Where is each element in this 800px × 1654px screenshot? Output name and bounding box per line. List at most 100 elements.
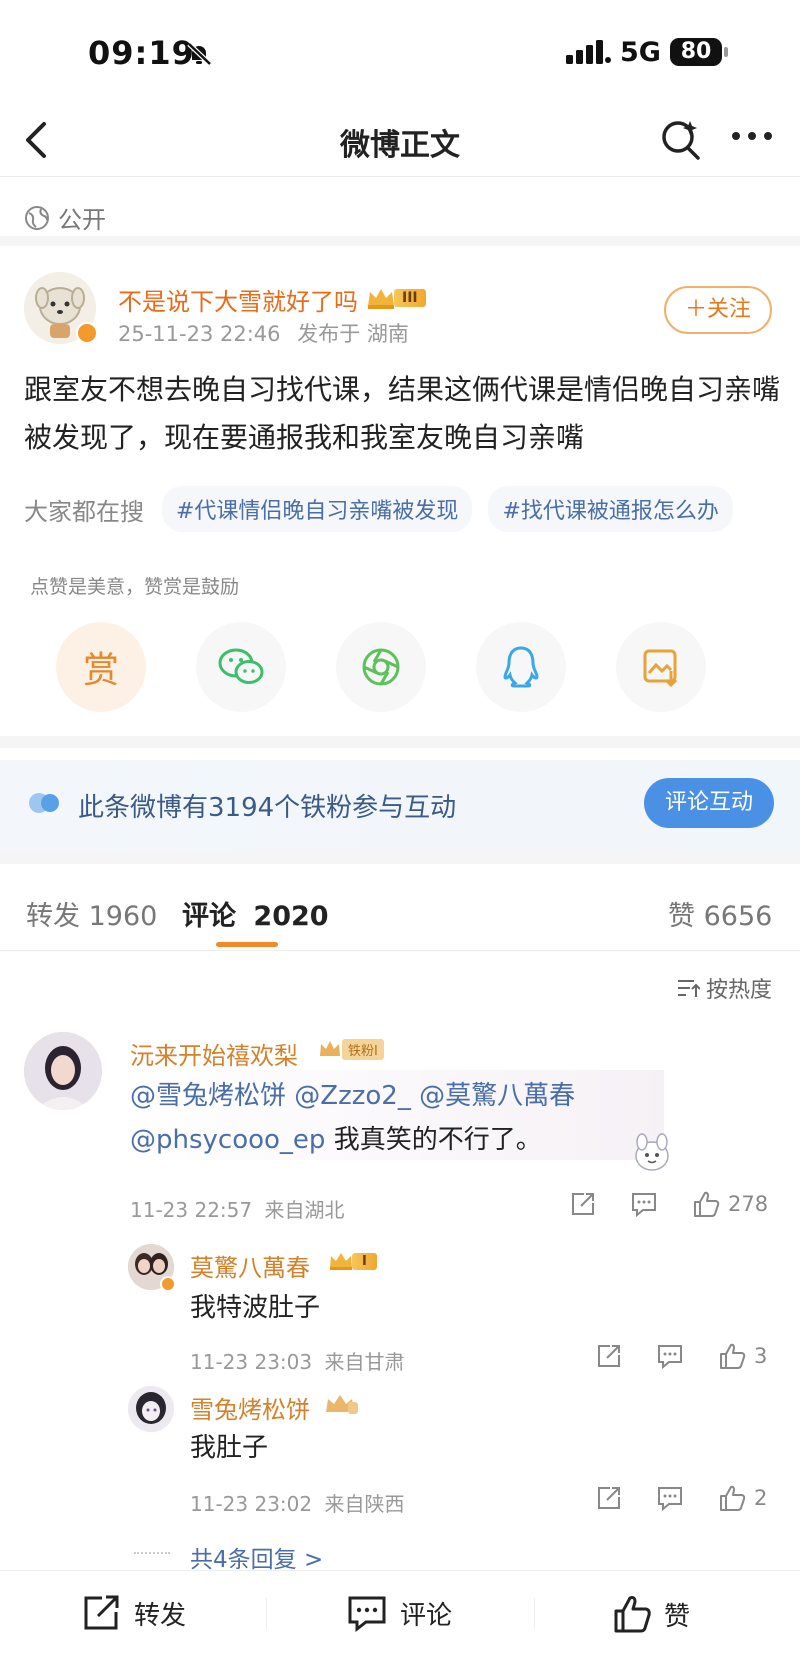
like-count: 278 [728,1192,769,1216]
search-chip[interactable]: #找代课被通报怎么办 [488,486,733,532]
reply-name[interactable]: 莫驚八萬春 [190,1248,310,1283]
reward-tip: 点赞是美意，赞赏是鼓励 [30,576,240,598]
reply-location: 来自甘肃 [324,1350,405,1374]
reply-text: 我肚子 [190,1433,269,1463]
post-location: 发布于 湖南 [297,322,409,346]
divider [0,176,800,177]
tab-comment-label: 评论 [182,901,236,932]
member-crown-badge: I [328,1250,377,1272]
member-crown-badge: III [366,286,426,310]
like-button[interactable]: 3 [718,1342,767,1370]
author-meta: 25-11-23 22:46 发布于 湖南 [118,318,409,348]
reply-time: 11-23 23:03 [190,1350,313,1374]
repost-icon [82,1594,122,1632]
trending-search-row: 大家都在搜 #代课情侣晚自习亲嘴被发现 #找代课被通报怎么办 [24,486,733,532]
member-level: III [394,289,426,307]
qq-icon [501,645,541,689]
like-button[interactable]: 2 [718,1484,767,1512]
save-image-button[interactable] [616,622,706,712]
follow-button[interactable]: ＋关注 [664,286,772,334]
reply-icon[interactable] [656,1485,684,1511]
sort-button[interactable]: 按热度 [676,972,772,1004]
moments-icon [360,646,402,688]
like-count: 3 [754,1344,768,1368]
tab-comment-count: 2020 [253,901,329,932]
bottom-repost-label: 转发 [134,1600,187,1631]
reply-time: 11-23 23:02 [190,1492,313,1516]
status-bar: 09:19 5G 80 [0,0,800,100]
author-name[interactable]: 不是说下大雪就好了吗 [118,282,358,317]
divider [0,950,800,951]
sort-icon [676,977,700,999]
visibility-label: 公开 [58,206,106,234]
visibility-row: 公开 [24,200,106,235]
status-time: 09:19 [88,34,195,72]
silent-bell-icon [186,42,212,66]
section-gap [0,236,800,246]
post-time: 25-11-23 22:46 [118,322,281,346]
comment-icon [346,1594,388,1632]
repost-icon[interactable] [570,1191,596,1217]
fan-crown-badge [324,1392,360,1416]
reply-actions: 2 [596,1484,767,1512]
section-gap [0,736,800,748]
share-wechat-button[interactable] [196,622,286,712]
reply-text: 我特波肚子 [190,1293,321,1323]
separator [534,1598,535,1630]
bottom-like-label: 赞 [664,1601,691,1632]
bottom-like-button[interactable]: 赞 [612,1594,690,1634]
battery-tip [724,47,728,57]
globe-icon [24,205,50,231]
comment-text: @雪兔烤松饼 @Zzzo2_ @莫驚八萬春 @phsycooo_ep 我真笑的不… [130,1074,650,1162]
wechat-icon [217,647,265,687]
fans-text: 此条微博有3194个铁粉参与互动 [78,793,457,823]
reward-button[interactable]: 赏 [56,622,146,712]
like-button[interactable]: 278 [692,1190,768,1218]
comment-interact-button[interactable]: 评论互动 [644,778,774,828]
battery-level: 80 [670,38,722,66]
comment-line-2: @phsycooo_ep 我真笑的不行了。 [130,1118,650,1162]
sort-label: 按热度 [706,978,773,1003]
tab-like[interactable]: 赞 6656 [668,894,772,933]
reply-avatar[interactable] [128,1386,174,1432]
more-options-icon[interactable] [730,130,774,142]
sticker-icon [628,1130,676,1174]
fans-icon [28,792,64,814]
share-qq-button[interactable] [476,622,566,712]
bottom-comment-label: 评论 [400,1600,453,1631]
network-type: 5G [620,37,661,68]
member-level: I [352,1252,377,1270]
commenter-name[interactable]: 沅来开始禧欢梨 [130,1036,298,1071]
section-gap [0,850,800,864]
more-replies-link[interactable]: 共4条回复 > [190,1540,323,1574]
search-label: 大家都在搜 [24,497,144,526]
verified-badge-icon [76,322,98,344]
fan-badge-label: 铁粉Ⅰ [342,1038,384,1060]
active-tab-indicator [216,942,278,947]
tab-comment[interactable]: 评论 2020 [182,894,329,933]
bottom-comment-button[interactable]: 评论 [346,1594,452,1632]
repost-icon[interactable] [596,1485,622,1511]
reply-name[interactable]: 雪兔烤松饼 [190,1390,310,1425]
comment-time: 11-23 22:57 [130,1198,253,1222]
commenter-avatar[interactable] [24,1032,102,1110]
comment-actions: 278 [570,1190,768,1218]
thread-dots [134,1552,170,1554]
share-moments-button[interactable] [336,622,426,712]
comment-body: 我真笑的不行了。 [325,1125,542,1155]
bottom-repost-button[interactable]: 转发 [82,1594,186,1632]
comment-mentions[interactable]: @雪兔烤松饼 @Zzzo2_ @莫驚八萬春 [130,1074,650,1118]
search-chip[interactable]: #代课情侣晚自习亲嘴被发现 [162,486,473,532]
reply-icon[interactable] [656,1343,684,1369]
save-image-icon [641,647,681,687]
separator [266,1598,267,1630]
like-count: 2 [754,1486,768,1510]
repost-icon[interactable] [596,1343,622,1369]
search-icon[interactable] [660,118,702,160]
comment-mention[interactable]: @phsycooo_ep [130,1125,325,1155]
comment-location: 来自湖北 [264,1198,345,1222]
reply-meta: 11-23 23:03 来自甘肃 [190,1346,404,1375]
tab-repost[interactable]: 转发 1960 [26,894,157,933]
reply-actions: 3 [596,1342,767,1370]
reply-icon[interactable] [630,1191,658,1217]
